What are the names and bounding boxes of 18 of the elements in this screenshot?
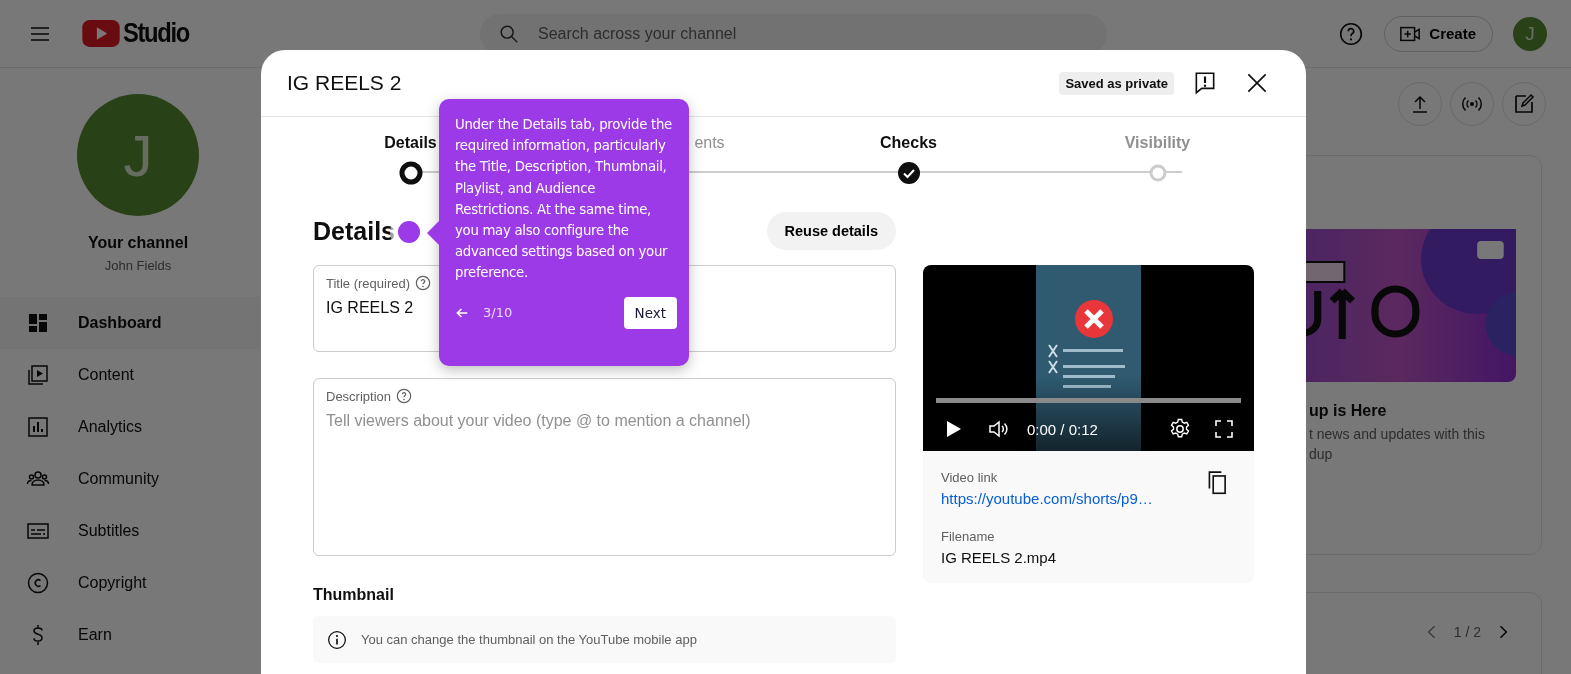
video-time: 0:00 / 0:12: [1027, 420, 1098, 438]
channel-name: John Fields: [104, 258, 172, 273]
field-label: Filename: [941, 529, 996, 544]
field-label: Title (required): [326, 275, 411, 291]
card-description: t news and updates with this: [1309, 426, 1486, 442]
section-heading: Details: [313, 216, 395, 246]
section-heading: Thumbnail: [313, 586, 395, 604]
status-badge: Saved as private: [1059, 71, 1174, 95]
dialog-title: IG REELS 2: [287, 71, 402, 95]
field-label: Video link: [941, 470, 999, 485]
card-title: up is Here: [1309, 402, 1388, 420]
card-description: dup: [1309, 446, 1334, 462]
filename: IG REELS 2.mp4: [941, 549, 1058, 566]
field-label: Description: [326, 388, 392, 404]
note-text: You can change the thumbnail on the YouTube mobile app: [361, 632, 697, 647]
page-indicator: 1 / 2: [1453, 623, 1481, 642]
channel-title: Your channel: [87, 234, 189, 252]
step-counter: 3/10: [483, 305, 513, 321]
